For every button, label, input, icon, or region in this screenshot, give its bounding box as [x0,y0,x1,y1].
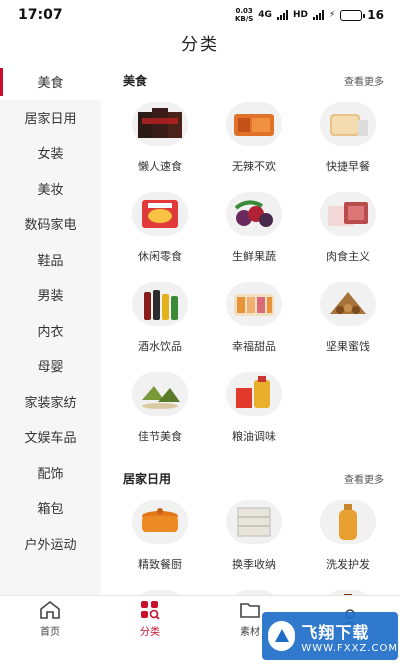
sidebar-item-bags[interactable]: 箱包 [0,490,101,526]
sidebar-item-womens-clothing[interactable]: 女装 [0,135,101,171]
nuts-icon [320,282,376,326]
sidebar-item-baby[interactable]: 母婴 [0,348,101,384]
nav-home[interactable]: 首页 [0,596,100,642]
category-sidebar: 美食 居家日用 女装 美妆 数码家电 鞋品 男装 内衣 母婴 家装家纺 文娱车品… [0,64,101,595]
see-more-link[interactable]: 查看更多 [344,471,384,486]
category-item-nuts[interactable]: 坚果蜜饯 [301,276,395,366]
hd-label: HD [292,10,308,20]
watermark-logo: 飞翔下载 WWW.FXXZ.COM [262,612,398,660]
charging-icon: ⚡ [328,10,336,20]
breakfast-icon [320,102,376,146]
category-item-disinfectant[interactable] [301,584,395,595]
sidebar-item-household[interactable]: 居家日用 [0,100,101,136]
sidebar-item-beauty[interactable]: 美妆 [0,171,101,207]
category-item-tissue[interactable] [113,584,207,595]
watermark-subtitle: WWW.FXXZ.COM [301,642,398,654]
shampoo-icon [320,500,376,544]
sidebar-item-electronics[interactable]: 数码家电 [0,206,101,242]
category-item-haircare[interactable]: 洗发护发 [301,494,395,584]
network-speed: 0.03 KB/S [234,7,254,23]
storage-icon [226,500,282,544]
category-item-instant-food[interactable]: 懒人速食 [113,96,207,186]
signal-icon-2 [312,10,324,20]
status-bar: 17:07 0.03 KB/S 4G HD ⚡ 16 [0,0,400,30]
network-type-label: 4G [258,10,272,20]
category-item-festival-food[interactable]: 佳节美食 [113,366,207,456]
see-more-link[interactable]: 查看更多 [344,73,384,88]
category-item-drinks[interactable]: 酒水饮品 [113,276,207,366]
drinks-icon [132,282,188,326]
category-item-spicy-food[interactable]: 无辣不欢 [207,96,301,186]
household-grid: 精致餐厨 换季收纳 洗发护发 [101,494,400,595]
section-header-food: 美食 查看更多 [101,64,400,96]
sidebar-item-underwear[interactable]: 内衣 [0,313,101,349]
oil-icon [226,372,282,416]
category-content: 美食 查看更多 懒人速食 无辣不欢 快捷早餐 休闲零食 生鲜果蔬 肉食主义 酒水… [101,64,400,595]
festival-food-icon [132,372,188,416]
meat-icon [320,192,376,236]
page-title: 分类 [181,35,219,55]
section-title: 美食 [123,73,148,88]
category-item-meat[interactable]: 肉食主义 [301,186,395,276]
category-icon [141,601,160,620]
signal-icon [276,10,288,20]
header: 分类 [0,30,400,64]
category-item-breakfast[interactable]: 快捷早餐 [301,96,395,186]
category-item-oil[interactable]: 粮油调味 [207,366,301,456]
category-item-kitchenware[interactable]: 精致餐厨 [113,494,207,584]
sidebar-item-food[interactable]: 美食 [0,64,101,100]
category-item-fresh-fruit[interactable]: 生鲜果蔬 [207,186,301,276]
category-item-storage[interactable]: 换季收纳 [207,494,301,584]
home-icon [40,600,60,619]
sidebar-item-outdoor[interactable]: 户外运动 [0,526,101,562]
nav-category[interactable]: 分类 [100,596,200,642]
pot-icon [132,500,188,544]
folder-icon [240,603,260,618]
sidebar-item-mens-clothing[interactable]: 男装 [0,277,101,313]
sidebar-item-entertainment-auto[interactable]: 文娱车品 [0,419,101,455]
category-item-snacks[interactable]: 休闲零食 [113,186,207,276]
watermark-icon [268,621,296,651]
snacks-icon [132,192,188,236]
category-item-mask[interactable] [207,584,301,595]
fruit-icon [226,192,282,236]
dessert-icon [226,282,282,326]
watermark-title: 飞翔下载 [301,622,370,642]
sidebar-item-home-textiles[interactable]: 家装家纺 [0,384,101,420]
status-indicators: 0.03 KB/S 4G HD ⚡ 16 [235,7,384,23]
battery-icon [340,9,366,21]
instant-food-icon [132,102,188,146]
spicy-food-icon [226,102,282,146]
food-grid: 懒人速食 无辣不欢 快捷早餐 休闲零食 生鲜果蔬 肉食主义 酒水饮品 幸福甜品 … [101,96,400,456]
section-title: 居家日用 [123,471,172,486]
battery-level: 16 [367,8,384,22]
sidebar-item-accessories[interactable]: 配饰 [0,455,101,491]
sidebar-item-shoes[interactable]: 鞋品 [0,242,101,278]
category-item-dessert[interactable]: 幸福甜品 [207,276,301,366]
status-time: 17:07 [18,7,63,23]
section-header-household: 居家日用 查看更多 [101,462,400,494]
